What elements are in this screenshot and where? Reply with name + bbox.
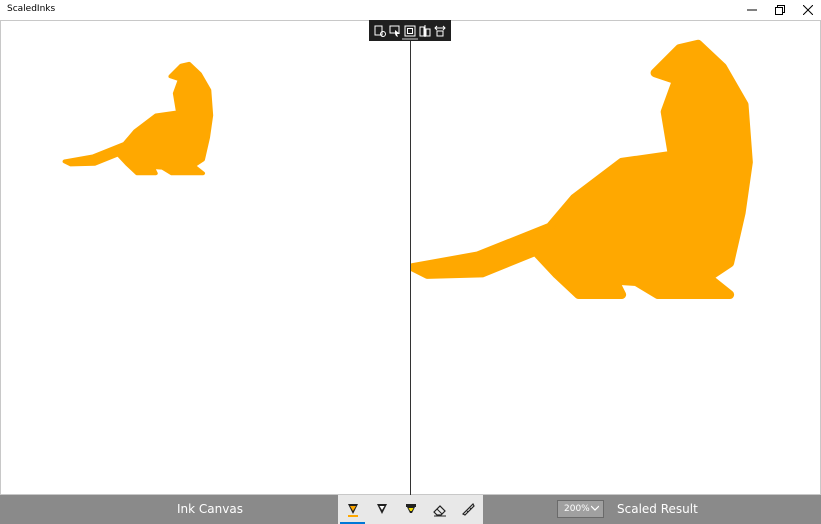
ballpoint-pen-icon	[347, 503, 358, 517]
ruler-button[interactable]	[454, 495, 483, 524]
cat-scaled-drawing	[411, 39, 753, 300]
ballpoint-pen-button[interactable]	[338, 495, 367, 524]
chevron-down-icon	[591, 505, 599, 511]
title-bar: ScaledInks	[0, 0, 821, 20]
restore-button[interactable]	[766, 0, 794, 20]
ink-toolbar	[338, 495, 483, 524]
zoom-dropdown[interactable]: 200%	[557, 500, 604, 518]
app-title: ScaledInks	[7, 4, 56, 14]
scaled-result-canvas	[411, 39, 753, 300]
pencil-button[interactable]	[367, 495, 396, 524]
highlighter-icon	[405, 503, 416, 513]
canvas-divider	[410, 20, 411, 495]
eraser-icon	[432, 504, 446, 516]
ink-canvas-label: Ink Canvas	[177, 502, 243, 516]
minimize-button[interactable]	[738, 0, 766, 20]
scale-icon	[434, 25, 447, 36]
minimize-icon	[747, 9, 757, 11]
scaled-result-label: Scaled Result	[617, 502, 698, 516]
scale-button[interactable]	[433, 24, 447, 38]
pencil-icon	[376, 503, 387, 514]
select-button[interactable]	[388, 24, 402, 38]
ruler-icon	[461, 502, 475, 516]
close-icon	[803, 5, 813, 15]
cat-ink-drawing	[62, 61, 214, 176]
toolbar-grip[interactable]	[402, 38, 418, 40]
mirror-button[interactable]	[418, 24, 432, 38]
frame-icon	[404, 25, 416, 36]
highlighter-button[interactable]	[396, 495, 425, 524]
mirror-icon	[419, 24, 431, 37]
frame-button[interactable]	[403, 24, 417, 38]
ink-canvas[interactable]	[0, 20, 410, 495]
eraser-button[interactable]	[425, 495, 454, 524]
zoom-value: 200%	[564, 504, 590, 514]
restore-icon	[775, 5, 785, 15]
select-icon	[389, 25, 400, 37]
close-button[interactable]	[794, 0, 821, 20]
document-settings-icon	[374, 25, 386, 37]
document-settings-button[interactable]	[373, 24, 387, 38]
